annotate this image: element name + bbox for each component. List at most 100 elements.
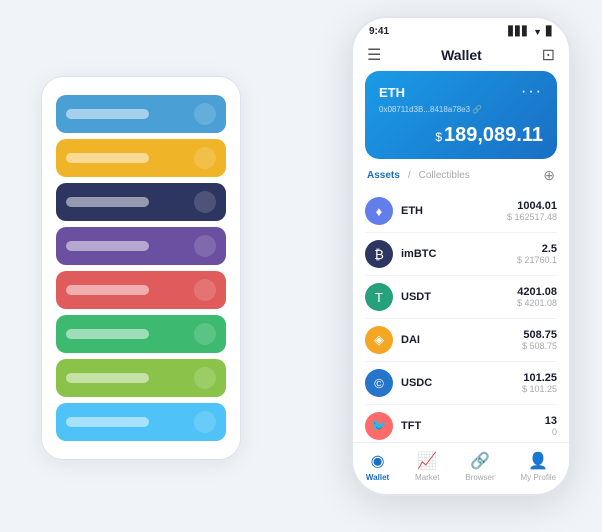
asset-name: imBTC — [401, 248, 436, 260]
card-bar — [66, 285, 149, 295]
eth-address: 0x08711d3B...8418a78e3 🔗 — [379, 105, 543, 114]
add-asset-icon[interactable]: ⊕ — [543, 167, 555, 184]
asset-left: © USDC — [365, 369, 432, 397]
asset-item[interactable]: T USDT 4201.08$ 4201.08 — [365, 276, 557, 319]
assets-tabs: Assets / Collectibles — [367, 170, 470, 181]
card-item[interactable] — [56, 227, 226, 265]
nav-icon-market: 📈 — [417, 451, 437, 471]
asset-left: T USDT — [365, 283, 431, 311]
asset-left: 🐦 TFT — [365, 412, 421, 440]
card-icon — [194, 323, 216, 345]
asset-usd: $ 21760.1 — [517, 255, 557, 265]
asset-amount: 4201.08 — [517, 286, 557, 298]
battery-icon: ▊ — [546, 26, 553, 37]
nav-label-browser: Browser — [465, 473, 494, 482]
asset-amount: 101.25 — [522, 372, 557, 384]
eth-amount: $189,089.11 — [379, 124, 543, 147]
asset-icon-usdc: © — [365, 369, 393, 397]
asset-item[interactable]: © USDC 101.25$ 101.25 — [365, 362, 557, 405]
card-stack — [41, 76, 241, 460]
asset-amount: 1004.01 — [507, 200, 557, 212]
asset-item[interactable]: ♦ ETH 1004.01$ 162517.48 — [365, 190, 557, 233]
asset-name: USDT — [401, 291, 431, 303]
card-item[interactable] — [56, 359, 226, 397]
asset-right: 1004.01$ 162517.48 — [507, 200, 557, 222]
card-icon — [194, 191, 216, 213]
status-icons: ▋▋▋ ▼ ▊ — [508, 26, 553, 37]
asset-usd: $ 4201.08 — [517, 298, 557, 308]
card-bar — [66, 373, 149, 383]
card-item[interactable] — [56, 403, 226, 441]
asset-icon-tft: 🐦 — [365, 412, 393, 440]
tab-assets[interactable]: Assets — [367, 170, 400, 181]
nav-item-wallet[interactable]: ◉ Wallet — [366, 451, 389, 482]
card-item[interactable] — [56, 271, 226, 309]
card-bar — [66, 197, 149, 207]
card-icon — [194, 103, 216, 125]
asset-icon-usdt: T — [365, 283, 393, 311]
nav-item-browser[interactable]: 🔗 Browser — [465, 451, 494, 482]
card-icon — [194, 147, 216, 169]
asset-item[interactable]: ₿ imBTC 2.5$ 21760.1 — [365, 233, 557, 276]
menu-icon[interactable]: ☰ — [367, 45, 381, 65]
eth-card-top: ETH ··· — [379, 83, 543, 101]
asset-usd: $ 508.75 — [522, 341, 557, 351]
nav-label-wallet: Wallet — [366, 473, 389, 482]
asset-right: 2.5$ 21760.1 — [517, 243, 557, 265]
phone: 9:41 ▋▋▋ ▼ ▊ ☰ Wallet ⊡ ETH ··· 0x08711d… — [351, 16, 571, 496]
card-item[interactable] — [56, 139, 226, 177]
asset-list: ♦ ETH 1004.01$ 162517.48 ₿ imBTC 2.5$ 21760.1… — [353, 190, 569, 442]
card-item[interactable] — [56, 183, 226, 221]
card-icon — [194, 279, 216, 301]
nav-item-market[interactable]: 📈 Market — [415, 451, 439, 482]
nav-label-market: Market — [415, 473, 439, 482]
asset-right: 130 — [545, 415, 557, 437]
asset-right: 4201.08$ 4201.08 — [517, 286, 557, 308]
asset-right: 508.75$ 508.75 — [522, 329, 557, 351]
asset-name: USDC — [401, 377, 432, 389]
asset-amount: 508.75 — [522, 329, 557, 341]
card-bar — [66, 329, 149, 339]
asset-left: ♦ ETH — [365, 197, 423, 225]
card-icon — [194, 235, 216, 257]
card-icon — [194, 411, 216, 433]
asset-name: TFT — [401, 420, 421, 432]
eth-label: ETH — [379, 85, 405, 100]
card-bar — [66, 241, 149, 251]
card-bar — [66, 153, 149, 163]
eth-card[interactable]: ETH ··· 0x08711d3B...8418a78e3 🔗 $189,08… — [365, 71, 557, 159]
asset-usd: $ 162517.48 — [507, 212, 557, 222]
signal-icon: ▋▋▋ — [508, 26, 529, 37]
eth-options-icon[interactable]: ··· — [521, 83, 543, 101]
asset-usd: $ 101.25 — [522, 384, 557, 394]
scan-icon[interactable]: ⊡ — [542, 45, 555, 65]
asset-icon-eth: ♦ — [365, 197, 393, 225]
card-bar — [66, 417, 149, 427]
asset-left: ₿ imBTC — [365, 240, 436, 268]
nav-label-my-profile: My Profile — [521, 473, 557, 482]
nav-icon-my-profile: 👤 — [528, 451, 548, 471]
bottom-nav: ◉ Wallet 📈 Market 🔗 Browser 👤 My Profile — [353, 442, 569, 494]
asset-amount: 13 — [545, 415, 557, 427]
wifi-icon: ▼ — [533, 27, 542, 37]
card-item[interactable] — [56, 95, 226, 133]
card-icon — [194, 367, 216, 389]
assets-header: Assets / Collectibles ⊕ — [353, 167, 569, 190]
nav-icon-browser: 🔗 — [470, 451, 490, 471]
asset-name: DAI — [401, 334, 420, 346]
scene: 9:41 ▋▋▋ ▼ ▊ ☰ Wallet ⊡ ETH ··· 0x08711d… — [21, 16, 581, 516]
asset-item[interactable]: 🐦 TFT 130 — [365, 405, 557, 442]
asset-name: ETH — [401, 205, 423, 217]
card-bar — [66, 109, 149, 119]
asset-icon-imbtc: ₿ — [365, 240, 393, 268]
asset-item[interactable]: ◈DAI 508.75$ 508.75 — [365, 319, 557, 362]
asset-usd: 0 — [545, 427, 557, 437]
eth-amount-value: 189,089.11 — [444, 124, 543, 146]
tab-collectibles[interactable]: Collectibles — [419, 170, 470, 181]
card-item[interactable] — [56, 315, 226, 353]
nav-icon-wallet: ◉ — [371, 451, 385, 471]
asset-left: ◈DAI — [365, 326, 420, 354]
status-time: 9:41 — [369, 26, 389, 37]
status-bar: 9:41 ▋▋▋ ▼ ▊ — [353, 18, 569, 41]
nav-item-my-profile[interactable]: 👤 My Profile — [521, 451, 557, 482]
